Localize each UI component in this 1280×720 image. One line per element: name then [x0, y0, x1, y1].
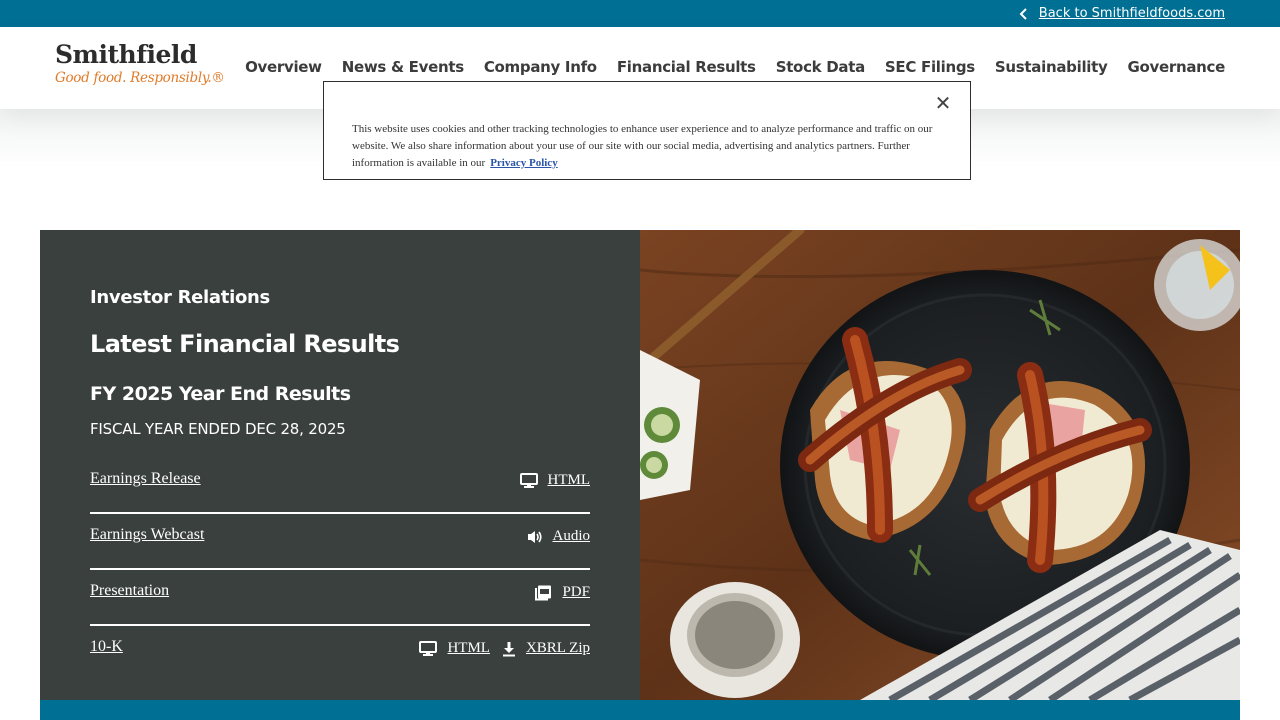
main-nav: Overview News & Events Company Info Fina…: [245, 58, 1225, 76]
back-link-label[interactable]: Back to Smithfieldfoods.com: [1039, 6, 1225, 21]
results-row-presentation: Presentation PDF: [90, 570, 590, 626]
monitor-icon: [419, 640, 438, 656]
fiscal-period: FISCAL YEAR ENDED DEC 28, 2025: [90, 420, 346, 438]
earnings-webcast-audio-link[interactable]: Audio: [527, 528, 591, 545]
bottom-strip: [40, 700, 1240, 720]
section-eyebrow: Investor Relations: [90, 287, 270, 308]
xbrl-zip-label: XBRL Zip: [525, 640, 590, 656]
monitor-icon: [519, 472, 538, 488]
10k-xbrl-zip-link[interactable]: XBRL Zip: [502, 640, 590, 657]
back-link[interactable]: Back to Smithfieldfoods.com: [1019, 6, 1225, 21]
food-photo-illustration: [640, 230, 1240, 700]
presentation-link[interactable]: Presentation: [90, 582, 169, 600]
10k-html-link[interactable]: HTML: [419, 640, 490, 657]
cookie-banner: ✕ This website uses cookies and other tr…: [323, 81, 971, 180]
nav-item-stock-data[interactable]: Stock Data: [776, 58, 866, 76]
privacy-policy-link[interactable]: Privacy Policy: [490, 157, 558, 169]
nav-item-sec-filings[interactable]: SEC Filings: [885, 58, 975, 76]
audio-label: Audio: [552, 528, 591, 544]
nav-item-governance[interactable]: Governance: [1127, 58, 1225, 76]
smithfield-logo[interactable]: Smithfield Good food. Responsibly.®: [55, 40, 225, 97]
results-row-earnings-release: Earnings Release HTML: [90, 458, 590, 514]
utility-bar: Back to Smithfieldfoods.com: [0, 0, 1280, 27]
nav-item-overview[interactable]: Overview: [245, 58, 322, 76]
chevron-left-icon: [1019, 7, 1027, 20]
logo-tagline: Good food. Responsibly.®: [55, 70, 225, 86]
pdf-label: PDF: [562, 584, 590, 600]
presentation-pdf-link[interactable]: PDF: [534, 584, 590, 601]
nav-item-news-events[interactable]: News & Events: [342, 58, 464, 76]
results-row-earnings-webcast: Earnings Webcast Audio: [90, 514, 590, 570]
html-label: HTML: [447, 640, 490, 656]
logo-wordmark: Smithfield: [55, 40, 197, 69]
html-label: HTML: [547, 472, 591, 488]
cookie-message: This website uses cookies and other trac…: [352, 123, 933, 169]
results-subtitle: FY 2025 Year End Results: [90, 383, 351, 405]
results-list: Earnings Release HTML Earnings Webcast A…: [90, 458, 590, 682]
earnings-webcast-link[interactable]: Earnings Webcast: [90, 526, 204, 544]
pdf-icon: [535, 585, 552, 600]
cookie-text: This website uses cookies and other trac…: [352, 121, 952, 172]
nav-item-company-info[interactable]: Company Info: [484, 58, 597, 76]
10k-link[interactable]: 10-K: [90, 638, 123, 656]
earnings-release-link[interactable]: Earnings Release: [90, 470, 201, 488]
hero-food-image: [640, 230, 1240, 700]
financial-results-panel: Investor Relations Latest Financial Resu…: [40, 230, 640, 700]
earnings-release-html-link[interactable]: HTML: [519, 472, 591, 489]
nav-item-sustainability[interactable]: Sustainability: [995, 58, 1108, 76]
page-title: Latest Financial Results: [90, 330, 400, 358]
download-icon: [502, 641, 515, 656]
close-icon[interactable]: ✕: [933, 93, 953, 113]
nav-item-financial-results[interactable]: Financial Results: [617, 58, 756, 76]
speaker-icon: [527, 530, 542, 543]
results-row-10k: 10-K HTML XBRL Zip: [90, 626, 590, 682]
